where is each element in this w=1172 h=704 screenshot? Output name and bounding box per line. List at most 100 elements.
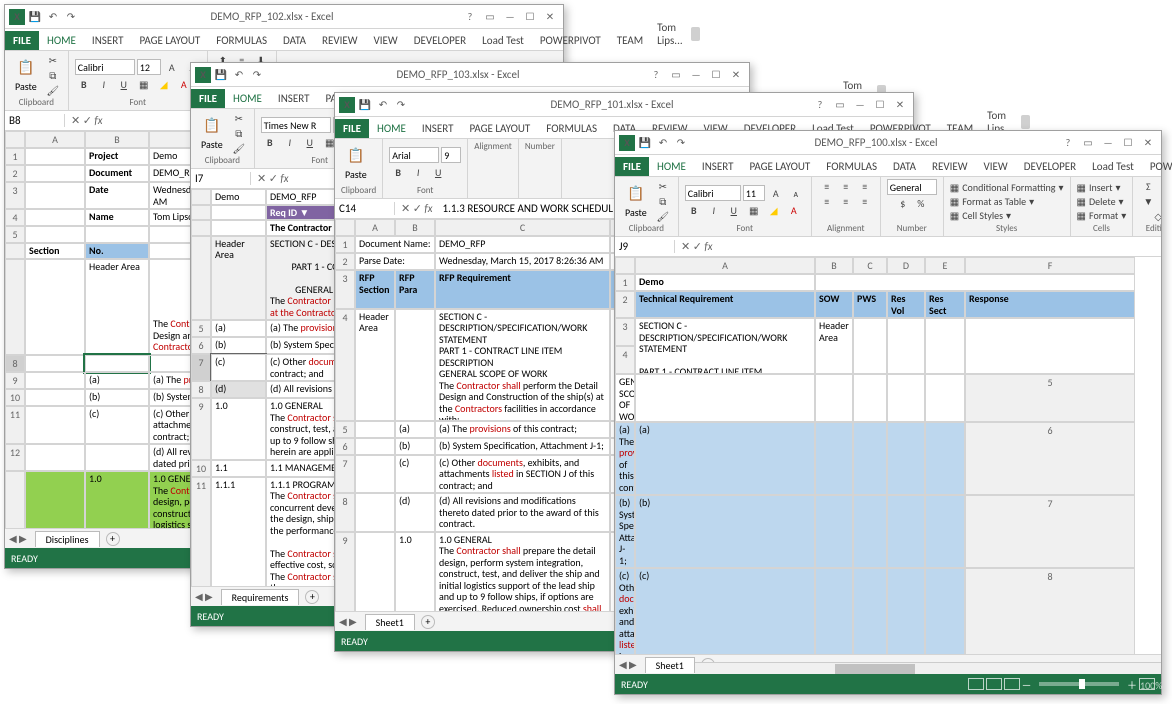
- format-button[interactable]: ▦ Format ▾: [1077, 209, 1127, 222]
- ribbon-opts-icon[interactable]: ▭: [667, 68, 685, 82]
- tab-home[interactable]: HOME: [225, 89, 270, 108]
- tab-file[interactable]: FILE: [191, 89, 225, 108]
- tab-home[interactable]: HOME: [39, 31, 84, 50]
- copy-icon[interactable]: ⧉: [230, 126, 248, 140]
- maximize-icon[interactable]: ☐: [521, 10, 539, 24]
- excel-window-100[interactable]: X💾↶↷DEMO_RFP_100.xlsx - Excel?▭—☐✕ FILEH…: [614, 130, 1162, 695]
- border-icon[interactable]: ▦: [135, 77, 153, 91]
- save-icon[interactable]: 💾: [213, 67, 229, 83]
- tab-page-layout[interactable]: PAGE LAYOUT: [131, 31, 208, 50]
- undo-icon[interactable]: ↶: [655, 135, 671, 151]
- help-icon[interactable]: ?: [461, 10, 479, 24]
- fx-icon[interactable]: ✕ ✓ fx: [251, 172, 295, 185]
- clear-icon[interactable]: ◇: [1149, 209, 1161, 223]
- close-icon[interactable]: ✕: [1139, 136, 1157, 150]
- ribbon-opts-icon[interactable]: ▭: [1079, 136, 1097, 150]
- tab-developer[interactable]: DEVELOPER: [406, 31, 474, 50]
- redo-icon[interactable]: ↷: [673, 135, 689, 151]
- excel-icon: X: [339, 97, 355, 113]
- tab-powerpivot[interactable]: POWERPIVOT: [532, 31, 609, 50]
- redo-icon[interactable]: ↷: [393, 97, 409, 113]
- sheet-nav[interactable]: ◀ ▶: [5, 532, 31, 545]
- save-icon[interactable]: 💾: [27, 9, 43, 25]
- font-combo[interactable]: Times New R: [261, 117, 331, 133]
- insert-button[interactable]: ▦ Insert ▾: [1077, 181, 1127, 194]
- cut-icon[interactable]: ✂: [230, 111, 248, 125]
- minimize-icon[interactable]: —: [1099, 136, 1117, 150]
- tab-team[interactable]: TEAM: [609, 31, 651, 50]
- sheet-tab[interactable]: Requirements: [221, 589, 300, 605]
- italic-icon[interactable]: I: [95, 77, 113, 91]
- help-icon[interactable]: ?: [647, 68, 665, 82]
- redo-icon[interactable]: ↷: [249, 67, 265, 83]
- sheet-tab[interactable]: Disciplines: [35, 531, 100, 547]
- bold-icon[interactable]: B: [75, 77, 93, 91]
- cut-icon[interactable]: ✂: [44, 53, 62, 67]
- tab-loadtest[interactable]: Load Test: [474, 31, 532, 50]
- scrollbar-horizontal[interactable]: [695, 662, 1161, 674]
- font-combo[interactable]: Calibri: [75, 59, 135, 75]
- conditional-formatting-button[interactable]: ▦ Conditional Formatting ▾: [950, 181, 1064, 194]
- zoom-level[interactable]: 100%: [1139, 678, 1155, 690]
- group-font: Font: [75, 97, 201, 108]
- format-painter-icon[interactable]: 🖌: [44, 83, 62, 97]
- label-project: Project: [85, 148, 149, 165]
- maximize-icon[interactable]: ☐: [707, 68, 725, 82]
- name-box[interactable]: B8: [5, 114, 65, 127]
- avatar-icon: [691, 27, 700, 41]
- new-sheet-icon[interactable]: +: [305, 590, 319, 604]
- sort-filter-icon[interactable]: ⇵: [1159, 179, 1161, 193]
- paste-button[interactable]: 📋Paste: [341, 144, 371, 183]
- ribbon-opts-icon[interactable]: ▭: [481, 10, 499, 24]
- paste-button[interactable]: 📋Paste: [11, 56, 41, 95]
- underline-icon[interactable]: U: [115, 77, 133, 91]
- fill-color-icon[interactable]: ◢: [155, 77, 173, 91]
- format-painter-icon[interactable]: 🖌: [230, 141, 248, 155]
- tab-formulas[interactable]: FORMULAS: [208, 31, 275, 50]
- autosum-icon[interactable]: Σ: [1139, 179, 1157, 193]
- maximize-icon[interactable]: ☐: [1119, 136, 1137, 150]
- name-box[interactable]: I7: [191, 172, 251, 185]
- copy-icon[interactable]: ⧉: [654, 194, 672, 208]
- paste-button[interactable]: 📋Paste: [621, 182, 651, 221]
- tab-data[interactable]: DATA: [275, 31, 314, 50]
- close-icon[interactable]: ✕: [541, 10, 559, 24]
- find-icon[interactable]: 🔍: [1159, 194, 1161, 208]
- save-icon[interactable]: 💾: [637, 135, 653, 151]
- new-sheet-icon[interactable]: +: [106, 532, 120, 546]
- format-as-table-button[interactable]: ▦ Format as Table ▾: [950, 195, 1064, 208]
- tab-insert[interactable]: INSERT: [84, 31, 132, 50]
- tab-file[interactable]: FILE: [5, 31, 39, 50]
- hdr-no: No.: [85, 243, 149, 259]
- cell-styles-button[interactable]: ▦ Cell Styles ▾: [950, 209, 1064, 222]
- cell-header-area: Header Area: [85, 259, 149, 355]
- cut-icon[interactable]: ✂: [654, 179, 672, 193]
- font-size-combo[interactable]: 12: [137, 59, 161, 75]
- redo-icon[interactable]: ↷: [63, 9, 79, 25]
- excel-icon: X: [9, 9, 25, 25]
- col-A[interactable]: A: [25, 131, 85, 148]
- window-title: DEMO_RFP_103.xlsx - Excel: [269, 68, 647, 81]
- fill-icon[interactable]: ▼: [1139, 194, 1157, 208]
- fx-icon[interactable]: ✕ ✓ fx: [65, 114, 109, 127]
- help-icon[interactable]: ?: [1059, 136, 1077, 150]
- tab-review[interactable]: REVIEW: [314, 31, 366, 50]
- col-B[interactable]: B: [85, 131, 149, 148]
- undo-icon[interactable]: ↶: [375, 97, 391, 113]
- grow-font-icon[interactable]: A: [163, 60, 181, 74]
- format-painter-icon[interactable]: 🖌: [654, 209, 672, 223]
- select-all[interactable]: [5, 131, 25, 148]
- minimize-icon[interactable]: —: [687, 68, 705, 82]
- label-document: Document: [85, 165, 149, 182]
- delete-button[interactable]: ▦ Delete ▾: [1077, 195, 1127, 208]
- window-title: DEMO_RFP_102.xlsx - Excel: [83, 10, 461, 23]
- paste-button[interactable]: 📋Paste: [197, 114, 227, 153]
- save-icon[interactable]: 💾: [357, 97, 373, 113]
- close-icon[interactable]: ✕: [727, 68, 745, 82]
- user-menu[interactable]: Tom Lips...: [651, 18, 706, 50]
- minimize-icon[interactable]: —: [501, 10, 519, 24]
- undo-icon[interactable]: ↶: [231, 67, 247, 83]
- undo-icon[interactable]: ↶: [45, 9, 61, 25]
- copy-icon[interactable]: ⧉: [44, 68, 62, 82]
- tab-view[interactable]: VIEW: [366, 31, 406, 50]
